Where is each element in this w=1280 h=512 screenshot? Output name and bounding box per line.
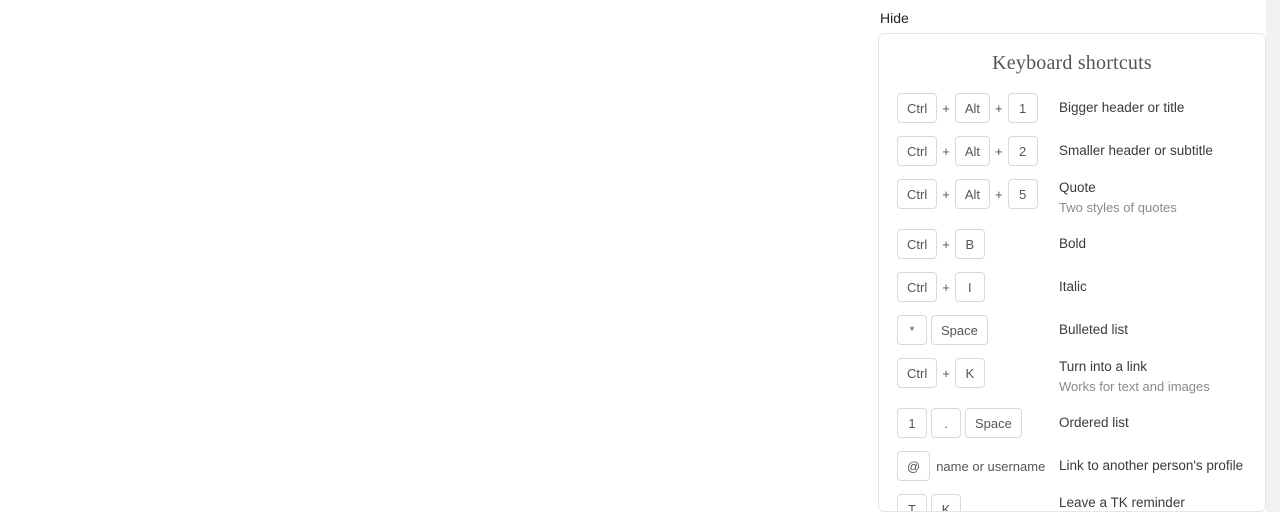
key-k: K xyxy=(931,494,961,512)
shortcut-desc-main: Ordered list xyxy=(1059,414,1247,433)
shortcut-keys: TK xyxy=(897,494,1047,512)
shortcut-row: Ctrl + Alt +5 QuoteTwo styles of quotes xyxy=(897,179,1247,217)
key-ctrl: Ctrl xyxy=(897,136,937,166)
key-sym: * xyxy=(897,315,927,345)
shortcut-desc-main: Italic xyxy=(1059,278,1247,297)
key-alt: Alt xyxy=(955,136,990,166)
shortcut-desc-sub: Two styles of quotes xyxy=(1059,199,1247,217)
shortcut-desc: Bigger header or title xyxy=(1047,93,1247,123)
key-alt: Alt xyxy=(955,93,990,123)
shortcut-keys: @ name or username xyxy=(897,451,1047,481)
key-trailing-text: name or username xyxy=(934,459,1045,474)
shortcut-keys: Ctrl + Alt +2 xyxy=(897,136,1047,166)
key-space: Space xyxy=(965,408,1022,438)
shortcut-list: Ctrl + Alt +1 Bigger header or title Ctrl + Alt… xyxy=(897,93,1247,512)
shortcut-desc: Italic xyxy=(1047,272,1247,302)
key-ctrl: Ctrl xyxy=(897,358,937,388)
plus-separator: + xyxy=(941,237,951,252)
shortcut-keys: Ctrl + Alt +5 xyxy=(897,179,1047,209)
shortcut-desc: Smaller header or subtitle xyxy=(1047,136,1247,166)
shortcut-desc-main: Bigger header or title xyxy=(1059,99,1247,118)
shortcut-keys: Ctrl + B xyxy=(897,229,1047,259)
key-2: 2 xyxy=(1008,136,1038,166)
shortcut-keys: *Space xyxy=(897,315,1047,345)
key-1: 1 xyxy=(897,408,927,438)
keyboard-shortcuts-panel: Keyboard shortcuts Ctrl + Alt +1 Bigger head… xyxy=(878,33,1266,512)
shortcut-desc-main: Leave a TK reminder xyxy=(1059,494,1247,512)
shortcut-row: Ctrl + B Bold xyxy=(897,229,1247,260)
plus-separator: + xyxy=(994,101,1004,116)
key-sym: . xyxy=(931,408,961,438)
key-k: K xyxy=(955,358,985,388)
shortcut-desc-main: Bulleted list xyxy=(1059,321,1247,340)
key-ctrl: Ctrl xyxy=(897,272,937,302)
key-1: 1 xyxy=(1008,93,1038,123)
plus-separator: + xyxy=(941,187,951,202)
key-i: I xyxy=(955,272,985,302)
shortcut-keys: Ctrl + Alt +1 xyxy=(897,93,1047,123)
plus-separator: + xyxy=(941,144,951,159)
key-ctrl: Ctrl xyxy=(897,179,937,209)
shortcut-desc: Link to another person's profile xyxy=(1047,451,1247,481)
key-ctrl: Ctrl xyxy=(897,229,937,259)
key-space: Space xyxy=(931,315,988,345)
plus-separator: + xyxy=(941,101,951,116)
window-scroll-gutter xyxy=(1266,0,1280,512)
key-t: T xyxy=(897,494,927,512)
shortcut-row: Ctrl + Alt +2 Smaller header or subtitle xyxy=(897,136,1247,167)
shortcut-desc: QuoteTwo styles of quotes xyxy=(1047,179,1247,217)
shortcut-row: Ctrl + I Italic xyxy=(897,272,1247,303)
shortcut-keys: Ctrl + I xyxy=(897,272,1047,302)
shortcut-desc-main: Smaller header or subtitle xyxy=(1059,142,1247,161)
shortcuts-rail: Hide Keyboard shortcuts Ctrl + Alt +1 Bigger… xyxy=(878,0,1266,512)
shortcut-row: 1.Space Ordered list xyxy=(897,408,1247,439)
shortcut-row: @ name or username Link to another person'… xyxy=(897,451,1247,482)
key-b: B xyxy=(955,229,985,259)
plus-separator: + xyxy=(941,366,951,381)
shortcut-desc-main: Quote xyxy=(1059,179,1247,198)
shortcut-desc-sub: Works for text and images xyxy=(1059,378,1247,396)
panel-title: Keyboard shortcuts xyxy=(897,52,1247,75)
shortcut-row: *Space Bulleted list xyxy=(897,315,1247,346)
plus-separator: + xyxy=(994,187,1004,202)
shortcut-row: TKLeave a TK reminderLearn more about TK xyxy=(897,494,1247,512)
key-ctrl: Ctrl xyxy=(897,93,937,123)
shortcut-row: Ctrl + Alt +1 Bigger header or title xyxy=(897,93,1247,124)
shortcut-row: Ctrl + K Turn into a linkWorks for text and… xyxy=(897,358,1247,396)
shortcut-desc-main: Bold xyxy=(1059,235,1247,254)
key-alt: Alt xyxy=(955,179,990,209)
shortcut-desc: Turn into a linkWorks for text and image… xyxy=(1047,358,1247,396)
shortcut-keys: 1.Space xyxy=(897,408,1047,438)
hide-link[interactable]: Hide xyxy=(880,10,909,26)
shortcut-keys: Ctrl + K xyxy=(897,358,1047,388)
plus-separator: + xyxy=(994,144,1004,159)
shortcut-desc-main: Turn into a link xyxy=(1059,358,1247,377)
shortcut-desc: Ordered list xyxy=(1047,408,1247,438)
key-5: 5 xyxy=(1008,179,1038,209)
shortcut-desc-main: Link to another person's profile xyxy=(1059,457,1247,476)
shortcut-desc: Bold xyxy=(1047,229,1247,259)
key-sym: @ xyxy=(897,451,930,481)
plus-separator: + xyxy=(941,280,951,295)
shortcut-desc: Bulleted list xyxy=(1047,315,1247,345)
shortcut-desc: Leave a TK reminderLearn more about TK xyxy=(1047,494,1247,512)
